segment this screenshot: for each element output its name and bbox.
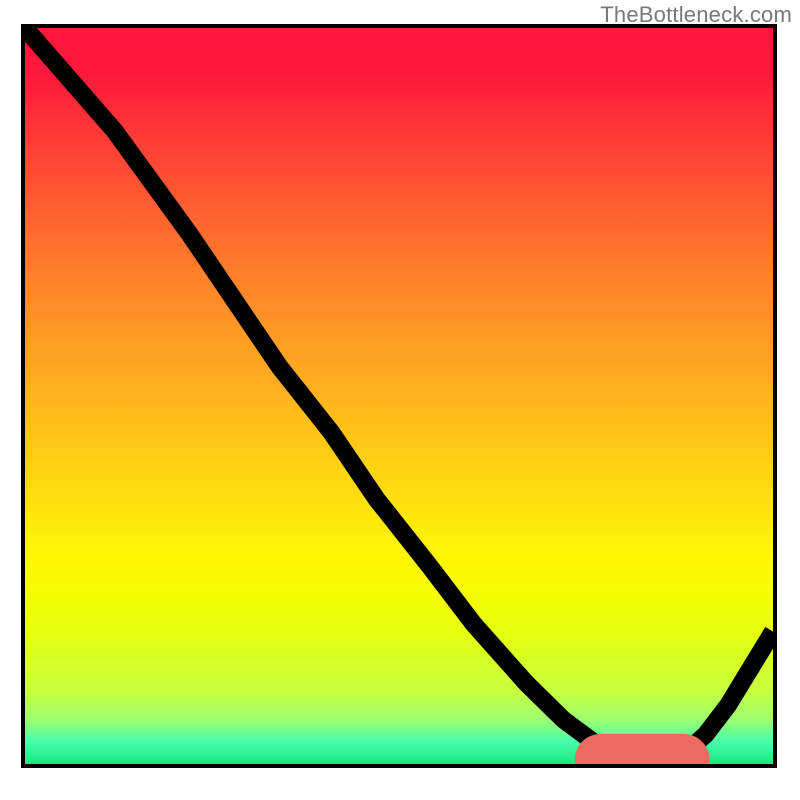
bottleneck-curve-line	[25, 28, 773, 758]
chart-frame	[21, 24, 777, 768]
chart-plot-area	[25, 28, 773, 764]
page-root: { "watermark": { "text": "TheBottleneck.…	[0, 0, 800, 800]
watermark-text: TheBottleneck.com	[600, 2, 792, 28]
chart-svg	[25, 28, 773, 764]
